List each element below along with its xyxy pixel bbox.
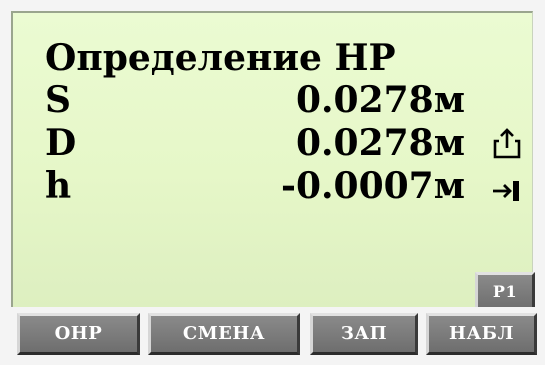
- softkey-nabl[interactable]: НАБЛ: [426, 313, 537, 355]
- screen-title: Определение HP: [45, 37, 396, 79]
- row-value-h: -0.0007м: [281, 165, 465, 207]
- measurement-row-h: h -0.0007м: [45, 166, 465, 206]
- row-label-d: D: [45, 122, 77, 164]
- tab-arrow-icon[interactable]: [489, 173, 525, 209]
- page-p1-button[interactable]: P1: [475, 272, 535, 312]
- device-display: Определение HP S 0.0278м D 0.0278м h -0.…: [0, 0, 545, 365]
- share-icon[interactable]: [489, 126, 525, 162]
- softkey-zap[interactable]: ЗАП: [310, 313, 418, 355]
- measurement-row-d: D 0.0278м: [45, 123, 465, 163]
- row-value-s: 0.0278м: [295, 79, 465, 121]
- measurement-row-s: S 0.0278м: [45, 80, 465, 120]
- softkey-smena[interactable]: СМЕНА: [148, 313, 300, 355]
- softkey-bar: OHP СМЕНА ЗАП НАБЛ: [0, 307, 545, 365]
- row-value-d: 0.0278м: [295, 122, 465, 164]
- row-label-h: h: [45, 165, 72, 207]
- row-label-s: S: [45, 79, 71, 121]
- softkey-onr[interactable]: OHP: [17, 313, 140, 355]
- lcd-screen: Определение HP S 0.0278м D 0.0278м h -0.…: [11, 11, 535, 312]
